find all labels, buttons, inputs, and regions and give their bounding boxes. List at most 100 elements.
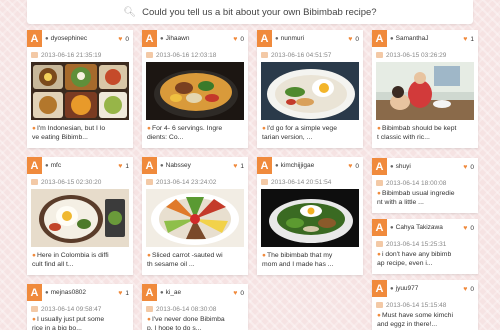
- food-photo[interactable]: [31, 189, 129, 247]
- like-button[interactable]: ♥ 0: [463, 225, 474, 232]
- food-photo[interactable]: [376, 62, 474, 120]
- username[interactable]: jyuu977: [396, 285, 419, 292]
- username[interactable]: shuyi: [396, 163, 411, 170]
- like-count: 0: [470, 225, 474, 232]
- answer-card[interactable]: A ● Cahya Takizawa ♥ 0 2013-06-14 15:25:31…: [372, 219, 478, 274]
- comment-icon: ●: [32, 252, 36, 259]
- like-button[interactable]: ♥ 1: [463, 36, 474, 43]
- post-date: 2013-06-14 23:24:02: [156, 178, 217, 186]
- post-date: 2013-06-15 03:26:29: [386, 51, 447, 59]
- answer-card[interactable]: A ● shuyi ♥ 0 2013-06-14 18:00:08 ●Bibimba…: [372, 158, 478, 213]
- like-button[interactable]: ♥ 0: [233, 290, 244, 297]
- like-button[interactable]: ♥ 0: [348, 163, 359, 170]
- answer-text[interactable]: I've never done Bibimba p. I hope to do …: [147, 316, 225, 330]
- answer-text[interactable]: I'd go for a simple vege tarian version,…: [262, 125, 337, 141]
- answer-text[interactable]: Bibimbab should be kept t classic with r…: [377, 125, 456, 141]
- food-photo[interactable]: [146, 62, 244, 120]
- answer-card[interactable]: A ● mejnas0802 ♥ 1 2013-06-14 09:58:47 ●I …: [27, 284, 133, 330]
- username[interactable]: Cahya Takizawa: [396, 224, 443, 231]
- avatar[interactable]: A: [372, 280, 387, 297]
- answer-text[interactable]: Here in Colombia is diffi cult find all …: [32, 252, 109, 268]
- answer-card[interactable]: A ● kimchijjigae ♥ 0 2013-06-14 20:51:54 ●…: [257, 157, 363, 275]
- answer-text[interactable]: Bibimbab usual ingredie nt with a little…: [377, 190, 454, 206]
- avatar[interactable]: A: [27, 30, 42, 47]
- like-button[interactable]: ♥ 0: [348, 36, 359, 43]
- food-photo[interactable]: [261, 189, 359, 247]
- like-button[interactable]: ♥ 0: [463, 286, 474, 293]
- avatar[interactable]: A: [257, 157, 272, 174]
- calendar-icon: [31, 306, 38, 312]
- user-icon: ●: [45, 35, 49, 42]
- like-button[interactable]: ♥ 1: [233, 163, 244, 170]
- user-icon: ●: [275, 35, 279, 42]
- answer-text[interactable]: For 4- 6 servings. Ingre dients: Co...: [147, 125, 222, 141]
- food-photo[interactable]: [146, 189, 244, 247]
- answer-text[interactable]: i don't have any bibimb ap recipe, even …: [377, 251, 451, 267]
- comment-icon: ●: [147, 252, 151, 259]
- calendar-icon: [146, 179, 153, 185]
- username[interactable]: nunmuri: [281, 35, 304, 42]
- avatar[interactable]: A: [372, 158, 387, 175]
- avatar[interactable]: A: [27, 284, 42, 301]
- answer-card[interactable]: A ● ki_ae ♥ 0 2013-06-14 08:30:08 ●I've ne…: [142, 284, 248, 330]
- like-count: 0: [470, 164, 474, 171]
- heart-icon: ♥: [463, 36, 468, 43]
- avatar[interactable]: A: [372, 30, 387, 47]
- calendar-icon: [376, 52, 383, 58]
- user-icon: ●: [45, 162, 49, 169]
- comment-icon: ●: [262, 252, 266, 259]
- food-photo[interactable]: [261, 62, 359, 120]
- answer-text[interactable]: I'm Indonesian, but I lo ve eating Bibim…: [32, 125, 105, 141]
- answer-card[interactable]: A ● dyosephinec ♥ 0 2013-06-16 21:35:19 ●I…: [27, 30, 133, 148]
- avatar[interactable]: A: [372, 219, 387, 236]
- like-button[interactable]: ♥ 0: [118, 36, 129, 43]
- calendar-icon: [376, 241, 383, 247]
- username[interactable]: SamanthaJ: [396, 35, 429, 42]
- username[interactable]: mfc: [51, 162, 61, 169]
- answer-card[interactable]: A ● nunmuri ♥ 0 2013-06-16 04:51:57 ●I'd g…: [257, 30, 363, 148]
- answer-card[interactable]: A ● Jihaawn ♥ 0 2013-06-16 12:03:18 ●For 4…: [142, 30, 248, 148]
- answer-text[interactable]: Sliced carrot -sauted wi th sesame oil .…: [147, 252, 223, 268]
- food-photo[interactable]: [31, 62, 129, 120]
- calendar-icon: [146, 52, 153, 58]
- answer-text[interactable]: The bibimbab that my mom and I made has …: [262, 252, 333, 268]
- answer-text[interactable]: Must have some kimchi and eggz in there!…: [377, 312, 453, 328]
- search-bar[interactable]: 🔍︎ Could you tell us a bit about your ow…: [27, 0, 473, 24]
- calendar-icon: [31, 52, 38, 58]
- username[interactable]: mejnas0802: [51, 289, 86, 296]
- calendar-icon: [376, 180, 383, 186]
- heart-icon: ♥: [463, 286, 468, 293]
- post-date: 2013-06-14 15:25:31: [386, 240, 447, 248]
- like-count: 0: [470, 286, 474, 293]
- calendar-icon: [261, 179, 268, 185]
- answer-card[interactable]: A ● Nabssey ♥ 1 2013-06-14 23:24:02 ●Slice…: [142, 157, 248, 275]
- user-icon: ●: [160, 162, 164, 169]
- like-button[interactable]: ♥ 1: [118, 163, 129, 170]
- username[interactable]: kimchijjigae: [281, 162, 315, 169]
- heart-icon: ♥: [233, 36, 238, 43]
- avatar[interactable]: A: [142, 157, 157, 174]
- like-count: 0: [240, 36, 244, 43]
- avatar[interactable]: A: [142, 30, 157, 47]
- search-icon: 🔍︎: [123, 6, 137, 18]
- like-count: 0: [240, 290, 244, 297]
- username[interactable]: Jihaawn: [166, 35, 190, 42]
- calendar-icon: [261, 52, 268, 58]
- answer-card[interactable]: A ● jyuu977 ♥ 0 2013-06-14 15:15:48 ●Must …: [372, 280, 478, 330]
- username[interactable]: ki_ae: [166, 289, 182, 296]
- username[interactable]: Nabssey: [166, 162, 191, 169]
- comment-icon: ●: [147, 125, 151, 132]
- answer-card[interactable]: A ● mfc ♥ 1 2013-06-15 02:30:20 ●Here in C…: [27, 157, 133, 275]
- like-button[interactable]: ♥ 0: [463, 164, 474, 171]
- like-button[interactable]: ♥ 0: [233, 36, 244, 43]
- comment-icon: ●: [377, 312, 381, 319]
- post-date: 2013-06-14 15:15:48: [386, 301, 447, 309]
- calendar-icon: [376, 302, 383, 308]
- answer-text[interactable]: I usually just put some rice in a big bo…: [32, 316, 104, 330]
- avatar[interactable]: A: [257, 30, 272, 47]
- like-button[interactable]: ♥ 1: [118, 290, 129, 297]
- answer-card[interactable]: A ● SamanthaJ ♥ 1 2013-06-15 03:26:29 ●Bib…: [372, 30, 478, 148]
- username[interactable]: dyosephinec: [51, 35, 88, 42]
- avatar[interactable]: A: [27, 157, 42, 174]
- avatar[interactable]: A: [142, 284, 157, 301]
